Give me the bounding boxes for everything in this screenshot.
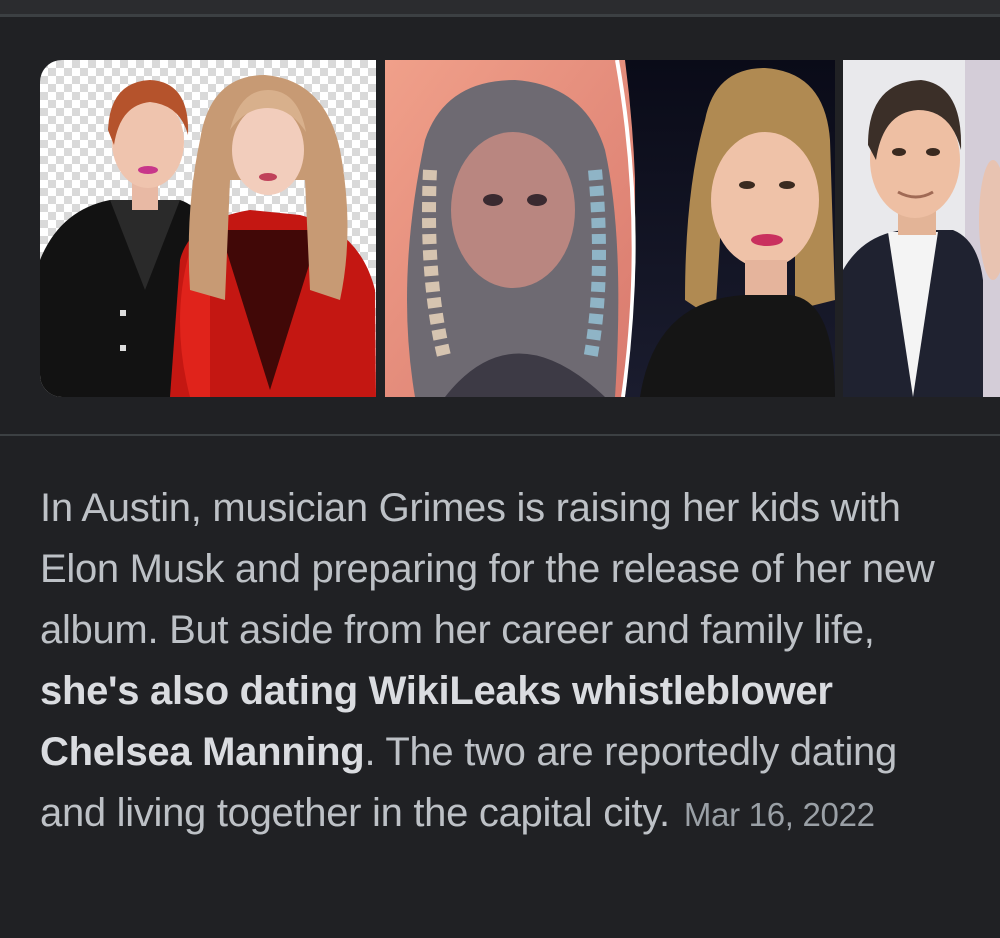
photo-two-portraits bbox=[385, 60, 835, 397]
snippet-date: Mar 16, 2022 bbox=[683, 796, 875, 833]
image-thumbnail-3[interactable] bbox=[843, 60, 1000, 397]
photo-two-people-checkerboard bbox=[40, 60, 376, 397]
top-bar bbox=[0, 0, 1000, 17]
featured-snippet: In Austin, musician Grimes is raising he… bbox=[40, 478, 970, 845]
image-carousel[interactable] bbox=[40, 60, 1000, 397]
photo-man-in-suit bbox=[843, 60, 1000, 397]
section-divider bbox=[0, 434, 1000, 436]
image-thumbnail-2[interactable] bbox=[385, 60, 835, 397]
snippet-text-intro: In Austin, musician Grimes is raising he… bbox=[40, 486, 935, 652]
image-thumbnail-1[interactable] bbox=[40, 60, 376, 397]
